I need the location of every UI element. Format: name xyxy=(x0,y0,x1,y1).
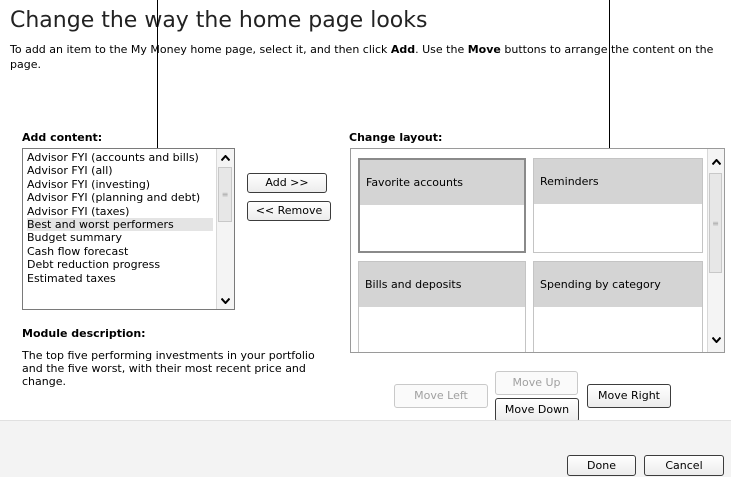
tile-label: Favorite accounts xyxy=(360,160,524,205)
done-button[interactable]: Done xyxy=(567,455,636,476)
list-item[interactable]: Advisor FYI (all) xyxy=(27,164,213,177)
list-item[interactable]: Advisor FYI (investing) xyxy=(27,178,213,191)
chevron-down-icon[interactable] xyxy=(217,292,234,309)
tile-reminders[interactable]: Reminders xyxy=(533,158,703,253)
instructions-text: To add an item to the My Money home page… xyxy=(10,43,714,71)
add-keyword: Add xyxy=(390,43,416,56)
remove-button[interactable]: << Remove xyxy=(247,201,331,221)
move-keyword: Move xyxy=(467,43,501,56)
tile-label: Reminders xyxy=(534,159,702,204)
add-button[interactable]: Add >> xyxy=(247,173,327,193)
move-down-button[interactable]: Move Down xyxy=(495,398,579,422)
tile-spending-by-category[interactable]: Spending by category xyxy=(533,261,703,352)
add-content-listbox[interactable]: Advisor FYI (accounts and bills) Advisor … xyxy=(22,148,235,310)
cancel-button[interactable]: Cancel xyxy=(644,455,724,476)
callout-line-left xyxy=(157,0,158,167)
chevron-up-icon[interactable] xyxy=(217,149,234,166)
move-right-button[interactable]: Move Right xyxy=(587,384,671,408)
layout-panel[interactable]: Favorite accounts Reminders Bills and de… xyxy=(350,148,725,353)
module-description-text: The top five performing investments in y… xyxy=(22,349,315,388)
move-up-button[interactable]: Move Up xyxy=(495,371,578,395)
tile-label: Spending by category xyxy=(534,262,702,307)
chevron-down-icon[interactable] xyxy=(708,331,724,348)
module-description-label: Module description: xyxy=(22,327,146,340)
layout-scroll-thumb[interactable]: ≡ xyxy=(709,173,722,273)
tile-label: Bills and deposits xyxy=(359,262,525,307)
callout-line-right xyxy=(609,0,610,167)
tile-bills-and-deposits[interactable]: Bills and deposits xyxy=(358,261,526,352)
list-item[interactable]: Cash flow forecast xyxy=(27,245,213,258)
list-item[interactable]: Estimated taxes xyxy=(27,272,213,285)
listbox-scrollbar[interactable]: ≡ xyxy=(216,149,234,309)
change-layout-label: Change layout: xyxy=(349,131,443,144)
list-item[interactable]: Best and worst performers xyxy=(27,217,213,232)
tile-favorite-accounts[interactable]: Favorite accounts xyxy=(358,158,526,253)
list-item[interactable]: Advisor FYI (taxes) xyxy=(27,205,213,218)
page-title: Change the way the home page looks xyxy=(10,8,428,33)
move-left-button[interactable]: Move Left xyxy=(394,384,488,408)
layout-scrollbar[interactable]: ≡ xyxy=(707,149,724,352)
list-item[interactable]: Advisor FYI (planning and debt) xyxy=(27,191,213,204)
list-item[interactable]: Debt reduction progress xyxy=(27,258,213,271)
chevron-up-icon[interactable] xyxy=(708,153,724,170)
listbox-scroll-thumb[interactable]: ≡ xyxy=(218,167,232,222)
list-item[interactable]: Budget summary xyxy=(27,231,213,244)
add-content-label: Add content: xyxy=(22,131,103,144)
list-item[interactable]: Advisor FYI (accounts and bills) xyxy=(27,151,213,164)
